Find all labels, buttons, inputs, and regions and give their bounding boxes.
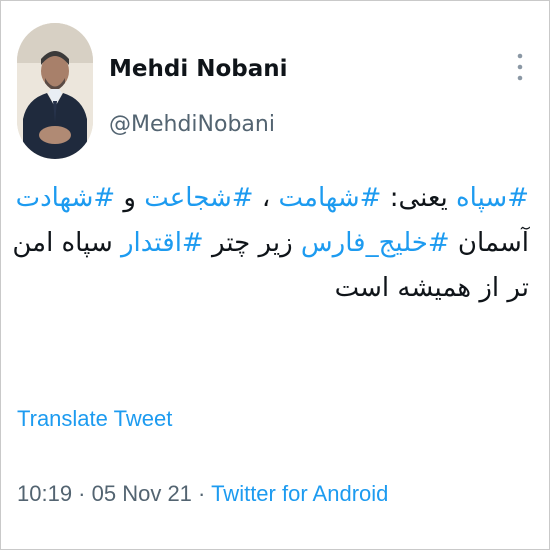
meta-separator: · [191, 481, 212, 506]
tweet-text-segment: سپاه امن [12, 228, 121, 258]
tweet-meta: 10:19 · 05 Nov 21 · Twitter for Android [17, 481, 388, 507]
hashtag-link[interactable]: #شهامت [279, 183, 382, 213]
tweet-text-segment: و [115, 183, 145, 213]
tweet-text-segment: آسمان [449, 228, 529, 258]
tweet-text-segment: تر از همیشه است [334, 273, 529, 303]
avatar[interactable] [17, 23, 93, 159]
tweet-date[interactable]: 05 Nov 21 [92, 481, 192, 506]
tweet-header: Mehdi Nobani @MehdiNobani [17, 23, 535, 163]
tweet-line: تر از همیشه است [19, 266, 529, 311]
more-options-button[interactable] [513, 51, 527, 85]
author-name[interactable]: Mehdi Nobani [109, 56, 288, 82]
tweet-line: #سپاه یعنی: #شهامت ، #شجاعت و #شهادت [16, 176, 529, 221]
tweet-text-segment: ، [253, 183, 279, 213]
author-handle[interactable]: @MehdiNobani [109, 112, 275, 137]
translate-tweet-link[interactable]: Translate Tweet [17, 406, 172, 432]
hashtag-link[interactable]: #خلیج_فارس [301, 228, 450, 258]
tweet-time[interactable]: 10:19 [17, 481, 72, 506]
hashtag-link[interactable]: #سپاه [456, 183, 529, 213]
tweet-source-link[interactable]: Twitter for Android [211, 481, 388, 506]
meta-separator: · [72, 481, 92, 506]
profile-photo-icon [17, 23, 93, 159]
tweet-line: آسمان #خلیج_فارس زیر چتر #اقتدار سپاه ام… [12, 221, 529, 266]
hashtag-link[interactable]: #شجاعت [144, 183, 253, 213]
tweet-card: Mehdi Nobani @MehdiNobani #سپاه یعنی: #ش… [0, 0, 550, 550]
more-vertical-icon [517, 53, 523, 81]
tweet-text: #سپاه یعنی: #شهامت ، #شجاعت و #شهادت آسما… [12, 176, 529, 311]
hashtag-link[interactable]: #اقتدار [121, 228, 204, 258]
hashtag-link[interactable]: #شهادت [16, 183, 116, 213]
tweet-text-segment: یعنی: [381, 183, 457, 213]
tweet-text-segment: زیر چتر [203, 228, 301, 258]
